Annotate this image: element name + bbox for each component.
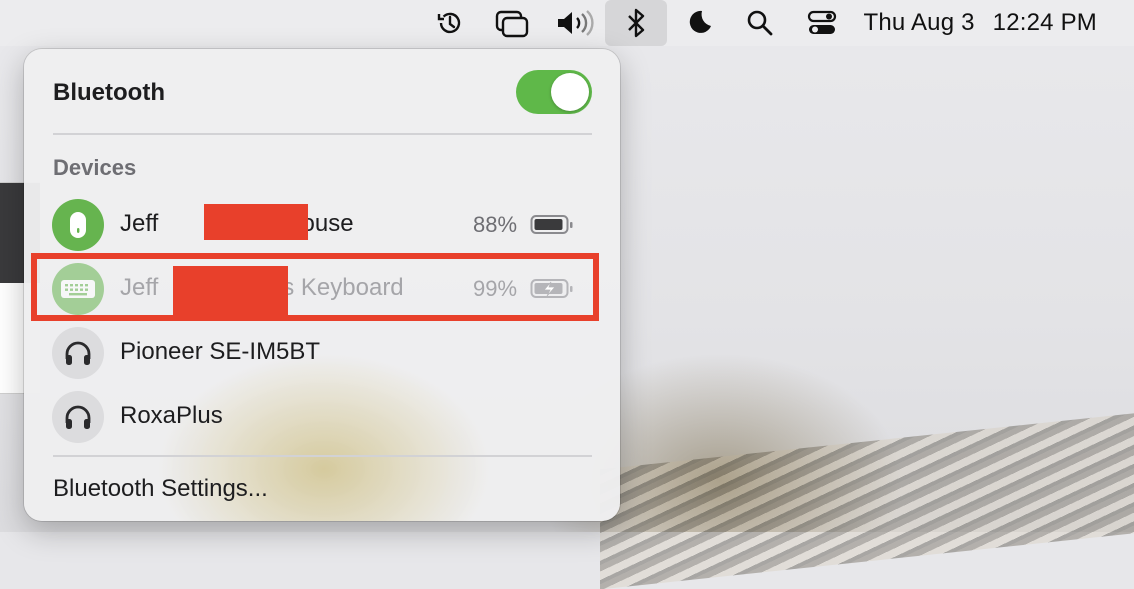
device-item-pioneer[interactable]: Pioneer SE-IM5BT — [52, 325, 592, 381]
time-machine-icon[interactable] — [419, 0, 481, 46]
mouse-icon — [52, 199, 104, 251]
bluetooth-icon[interactable] — [605, 0, 668, 46]
toggle-knob — [551, 73, 589, 111]
control-center-icon[interactable] — [791, 0, 853, 46]
device-name-prefix: Jeff — [120, 210, 159, 237]
menubar-date: Thu Aug 3 — [863, 9, 975, 36]
battery-icon — [530, 214, 574, 241]
divider-top — [53, 133, 592, 135]
divider-bottom — [53, 455, 592, 457]
menu-bar: Thu Aug 3 12:24 PM — [0, 0, 1134, 46]
redaction-box — [204, 204, 308, 240]
bluetooth-toggle[interactable] — [516, 70, 592, 114]
highlight-annotation — [31, 253, 599, 321]
window-stack-icon[interactable] — [481, 0, 543, 46]
device-item-mouse[interactable]: Jeff's Mouse 88% — [52, 197, 592, 253]
battery-percent-mouse: 88% — [473, 212, 518, 237]
bluetooth-settings-link[interactable]: Bluetooth Settings... — [53, 475, 268, 503]
wallpaper-detail — [600, 410, 1134, 589]
headphones-icon — [52, 327, 104, 379]
search-icon[interactable] — [729, 0, 791, 46]
device-name-pioneer: Pioneer SE-IM5BT — [120, 338, 321, 365]
menubar-time: 12:24 PM — [992, 9, 1097, 36]
bluetooth-title: Bluetooth — [53, 79, 165, 106]
menubar-clock[interactable]: Thu Aug 3 12:24 PM — [853, 9, 1134, 37]
devices-section-title: Devices — [53, 155, 137, 180]
focus-moon-icon[interactable] — [667, 0, 729, 46]
device-item-roxaplus[interactable]: RoxaPlus — [52, 389, 592, 445]
device-name-roxaplus: RoxaPlus — [120, 402, 223, 429]
headphones-icon — [52, 391, 104, 443]
volume-icon[interactable] — [543, 0, 605, 46]
